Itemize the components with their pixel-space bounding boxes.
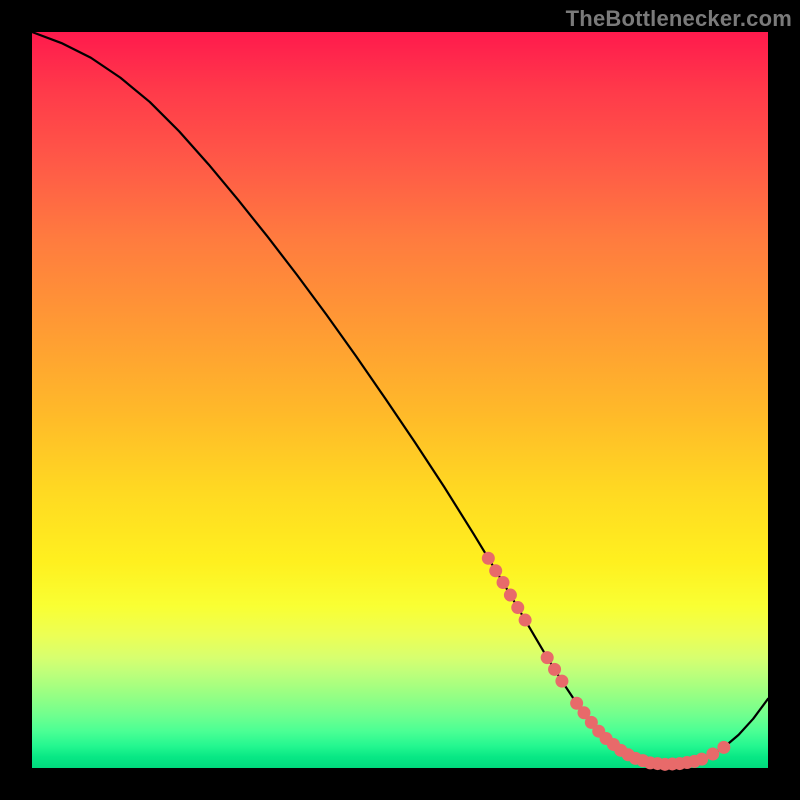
chart-svg (32, 32, 768, 768)
data-point (706, 748, 719, 761)
bottleneck-curve (32, 32, 768, 764)
data-point (555, 675, 568, 688)
data-point (519, 614, 532, 627)
data-point (717, 741, 730, 754)
data-points-group (482, 552, 731, 771)
data-point (489, 564, 502, 577)
watermark-text: TheBottlenecker.com (566, 6, 792, 32)
chart-frame: TheBottlenecker.com (0, 0, 800, 800)
data-point (497, 576, 510, 589)
data-point (511, 601, 524, 614)
data-point (504, 589, 517, 602)
data-point (548, 663, 561, 676)
data-point (482, 552, 495, 565)
plot-area (32, 32, 768, 768)
data-point (695, 753, 708, 766)
data-point (541, 651, 554, 664)
